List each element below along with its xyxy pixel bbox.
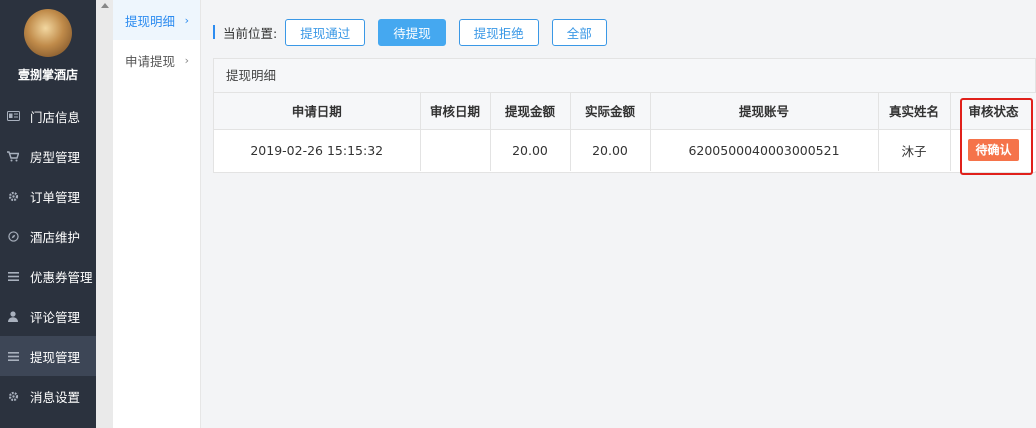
sidebar-item-label: 消息设置 [30,389,81,405]
cart-icon [6,149,20,163]
sidebar-item-label: 评论管理 [30,309,81,325]
location-marker [213,25,215,39]
list-icon [6,269,20,283]
column-header: 提现账号 [650,93,879,130]
table-header-row: 申请日期 审核日期 提现金额 实际金额 提现账号 真实姓名 审核状态 [214,93,1036,130]
confirm-status-button[interactable]: 待确认 [968,139,1019,162]
sidebar-item-reviews[interactable]: 评论管理 [0,296,96,336]
compass-icon [6,229,20,243]
withdraw-details-panel: 提现明细 申请日期 审核日期 提现金额 实际金额 提现账号 真实姓名 审核状态 … [213,58,1036,173]
sub-nav: 提现明细 › 申请提现 › [113,0,201,428]
chevron-right-icon: › [184,13,189,27]
review-date-cell [420,129,491,171]
sidebar-item-label: 优惠券管理 [30,269,93,285]
column-header: 申请日期 [214,93,421,130]
gear-icon [6,189,20,203]
filter-pending-button[interactable]: 待提现 [378,18,446,46]
sidebar-menu: 门店信息 房型管理 订单管理 酒店维护 优惠券管理 评论管理 提现管理 消息设置 [0,96,96,416]
list-icon [6,349,20,363]
user-icon [6,309,20,323]
sidebar-item-label: 酒店维护 [30,229,81,245]
gear-icon [6,389,20,403]
scroll-up-icon[interactable] [96,0,113,10]
id-card-icon [6,109,20,123]
real-name-cell: 沐子 [878,129,951,171]
sidebar-item-store-info[interactable]: 门店信息 [0,96,96,136]
filter-approved-button[interactable]: 提现通过 [285,18,366,46]
sidebar-item-label: 门店信息 [30,109,81,125]
column-header: 真实姓名 [878,93,951,130]
sidebar-item-room-types[interactable]: 房型管理 [0,136,96,176]
panel-title: 提现明细 [214,59,1035,93]
table-row: 2019-02-26 15:15:32 20.00 20.00 62005000… [214,129,1036,171]
column-header: 审核状态 [950,93,1036,130]
hotel-name: 壹捌掌酒店 [17,68,78,82]
sidebar: 壹捌掌酒店 门店信息 房型管理 订单管理 酒店维护 优惠券管理 评论管理 提现管… [0,0,96,428]
column-header: 审核日期 [420,93,491,130]
filter-rejected-button[interactable]: 提现拒绝 [458,18,539,46]
avatar[interactable] [24,9,72,57]
subnav-item-withdraw-details[interactable]: 提现明细 › [113,0,200,40]
sidebar-item-label: 房型管理 [30,149,81,165]
withdraw-table: 申请日期 审核日期 提现金额 实际金额 提现账号 真实姓名 审核状态 2019-… [214,93,1036,171]
status-cell: 待确认 [950,129,1036,171]
sidebar-item-message-settings[interactable]: 消息设置 [0,376,96,416]
sidebar-item-label: 提现管理 [30,349,81,365]
filter-toolbar: 当前位置: 提现通过 待提现 提现拒绝 全部 [213,18,620,46]
subnav-item-label: 提现明细 [125,13,176,29]
chevron-right-icon: › [184,53,189,67]
column-header: 实际金额 [570,93,651,130]
sidebar-item-hotel-maintenance[interactable]: 酒店维护 [0,216,96,256]
sidebar-item-label: 订单管理 [30,189,81,205]
sidebar-item-coupons[interactable]: 优惠券管理 [0,256,96,296]
location-label: 当前位置: [223,25,278,41]
sidebar-header: 壹捌掌酒店 [0,0,96,96]
main-content: 当前位置: 提现通过 待提现 提现拒绝 全部 提现明细 申请日期 审核日期 提现… [201,0,1036,428]
actual-amount-cell: 20.00 [570,129,651,171]
sidebar-item-orders[interactable]: 订单管理 [0,176,96,216]
subnav-item-apply-withdraw[interactable]: 申请提现 › [113,40,200,80]
amount-cell: 20.00 [490,129,571,171]
account-cell: 6200500040003000521 [650,129,879,171]
apply-date-cell: 2019-02-26 15:15:32 [214,129,421,171]
column-header: 提现金额 [490,93,571,130]
sidebar-item-withdrawals[interactable]: 提现管理 [0,336,96,376]
filter-all-button[interactable]: 全部 [551,18,607,46]
subnav-item-label: 申请提现 [125,53,176,69]
scrollbar[interactable] [96,0,113,428]
